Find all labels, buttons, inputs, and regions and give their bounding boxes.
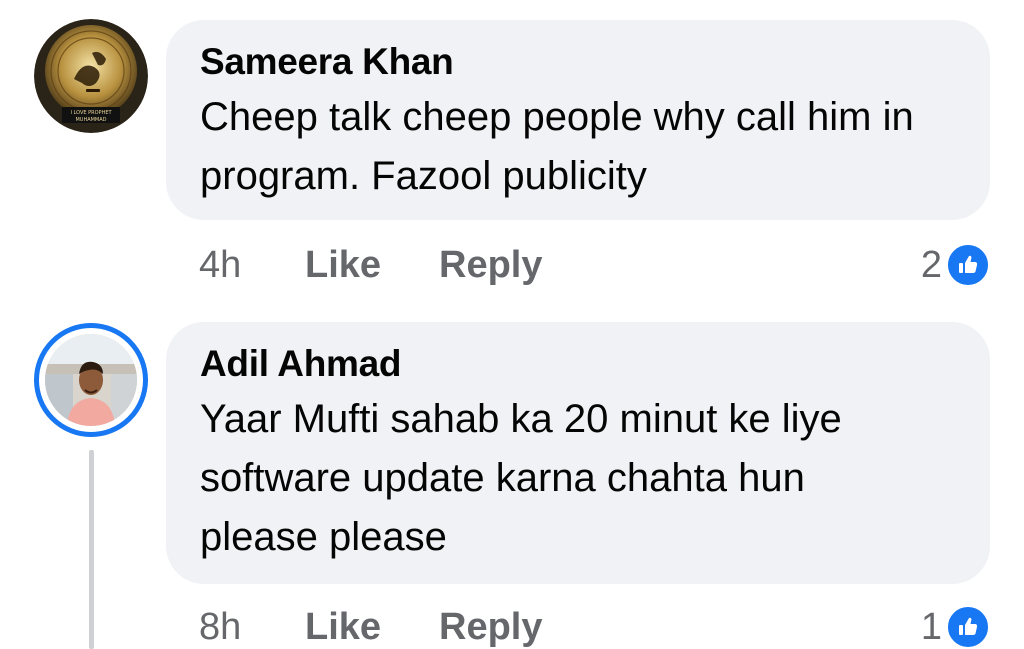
thumbs-up-icon xyxy=(946,605,990,649)
comment-bubble: Sameera Khan Cheep talk cheep people why… xyxy=(166,20,990,220)
comment-author[interactable]: Adil Ahmad xyxy=(200,342,956,386)
comment-timestamp[interactable]: 8h xyxy=(199,602,241,649)
comments-section: I LOVE PROPHET MUHAMMAD Sameera Khan Che… xyxy=(0,0,1024,649)
comment-text: Cheep talk cheep people why call him in … xyxy=(200,95,914,198)
avatar xyxy=(45,334,137,426)
reaction-count: 1 xyxy=(920,606,942,648)
avatar[interactable]: I LOVE PROPHET MUHAMMAD xyxy=(34,19,148,133)
comment-actions: 8h Like Reply 1 xyxy=(0,602,1024,649)
like-button[interactable]: Like xyxy=(305,240,381,290)
thumbs-up-icon xyxy=(946,243,990,287)
reply-button[interactable]: Reply xyxy=(439,240,542,290)
reply-button[interactable]: Reply xyxy=(439,602,542,649)
comment-text: Yaar Mufti sahab ka 20 minut ke liye sof… xyxy=(200,397,842,559)
reaction-summary[interactable]: 1 xyxy=(921,602,990,649)
comment-bubble: Adil Ahmad Yaar Mufti sahab ka 20 minut … xyxy=(166,322,990,584)
comment-author[interactable]: Sameera Khan xyxy=(200,40,956,84)
reply-thread-line xyxy=(89,450,94,649)
like-button[interactable]: Like xyxy=(305,602,381,649)
svg-text:I LOVE PROPHET: I LOVE PROPHET xyxy=(70,110,112,116)
profile-photo-avatar-icon xyxy=(45,334,137,426)
svg-text:MUHAMMAD: MUHAMMAD xyxy=(75,117,106,123)
story-ring[interactable] xyxy=(34,323,148,437)
reaction-summary[interactable]: 2 xyxy=(921,240,990,290)
comment-timestamp[interactable]: 4h xyxy=(199,240,241,290)
reaction-count: 2 xyxy=(920,244,942,286)
comment-actions: 4h Like Reply 2 xyxy=(0,240,1024,290)
calligraphy-avatar-icon: I LOVE PROPHET MUHAMMAD xyxy=(34,19,148,133)
